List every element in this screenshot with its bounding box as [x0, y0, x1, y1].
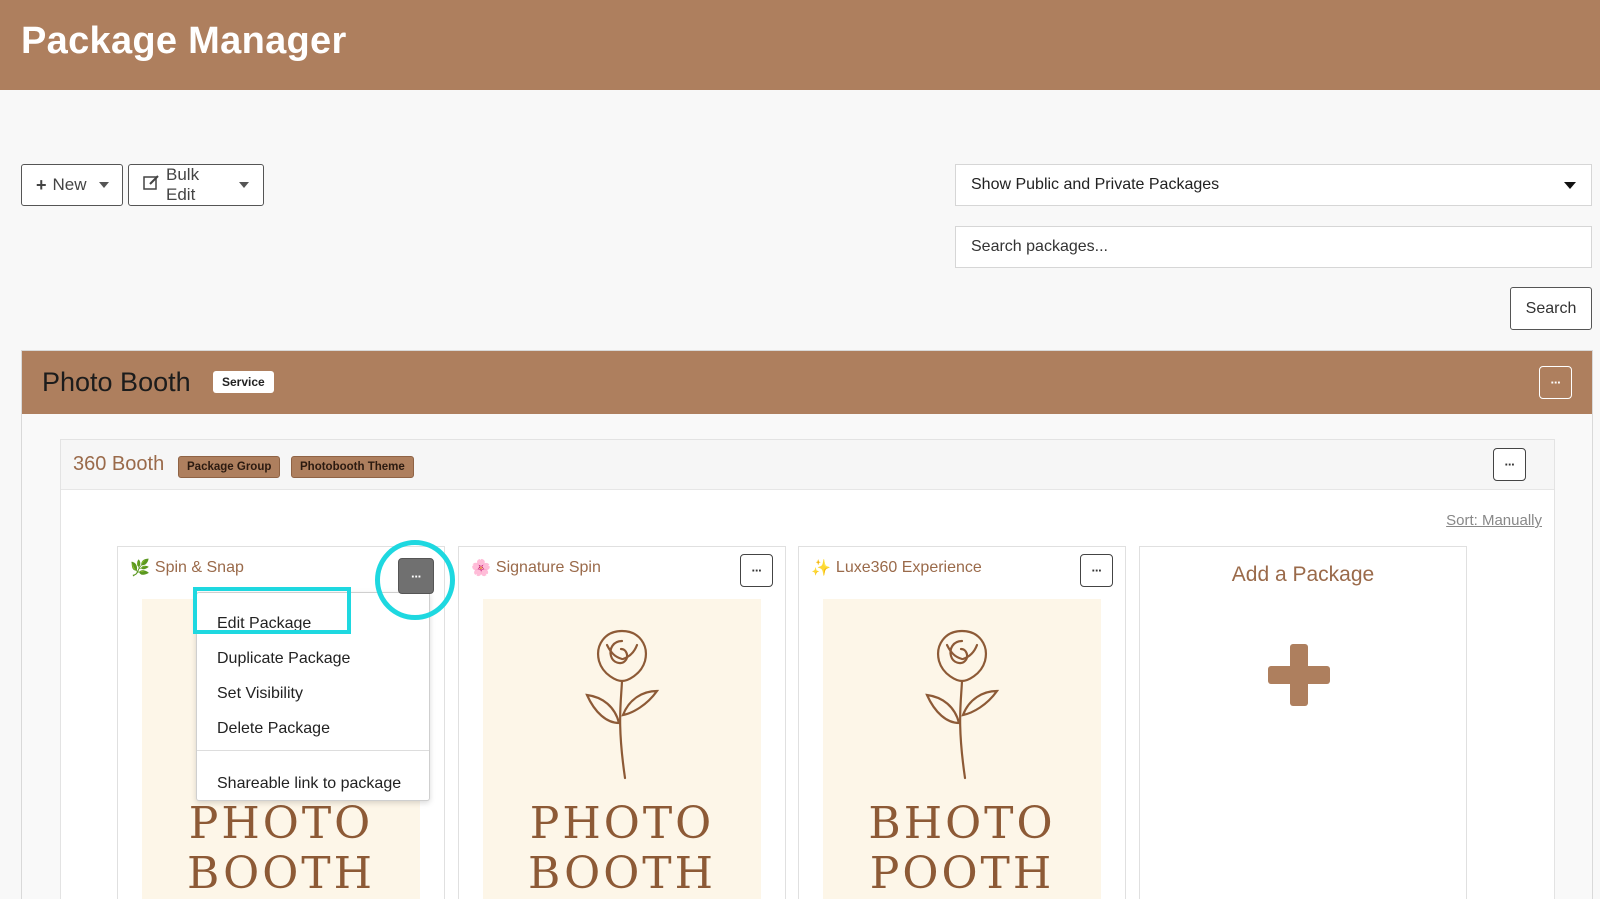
poster-text-line2: POOTH	[869, 848, 1055, 899]
add-package-title: Add a Package	[1231, 563, 1375, 586]
theme-badge: Photobooth Theme	[291, 456, 414, 478]
visibility-filter-value: Show Public and Private Packages	[971, 176, 1220, 193]
chevron-down-icon	[239, 182, 249, 188]
package-card-title[interactable]: ✨ Luxe360 Experience	[811, 558, 982, 578]
menu-item-shareable-link[interactable]: Shareable link to package	[217, 775, 401, 793]
poster-text-line1: PHOTO	[529, 798, 715, 849]
package-more-button[interactable]: ···	[740, 554, 773, 587]
poster-text-line1: BHOTO	[868, 798, 1056, 849]
package-more-button[interactable]: ···	[1080, 554, 1113, 587]
chevron-down-icon	[1564, 181, 1576, 189]
edit-icon	[143, 174, 160, 196]
poster-text-line2: BOOTH	[527, 848, 716, 899]
plus-icon: +	[36, 174, 47, 195]
package-group-badge: Package Group	[178, 456, 281, 478]
service-section-header: Photo Booth Service ···	[22, 351, 1592, 414]
leaf-icon: 🌿	[130, 560, 150, 577]
package-more-button[interactable]: ···	[398, 558, 434, 594]
package-thumbnail: BHOTO POOTH	[823, 599, 1101, 899]
highlight-rectangle	[193, 587, 351, 634]
package-card[interactable]: 🌸 Signature Spin ··· PHOTO BOOTH	[458, 546, 786, 899]
menu-divider	[197, 750, 429, 751]
new-button-label: New	[52, 175, 87, 194]
service-title: Photo Booth	[42, 367, 191, 397]
page-title: Package Manager	[21, 20, 347, 62]
package-name: Spin & Snap	[154, 559, 244, 576]
rose-illustration	[585, 629, 660, 780]
poster-text-line2: BOOTH	[186, 848, 375, 899]
sparkle-icon: ✨	[811, 560, 831, 577]
package-card-title[interactable]: 🌿 Spin & Snap	[130, 558, 244, 578]
poster-text-line1: PHOTO	[188, 798, 374, 849]
package-group-more-button[interactable]: ···	[1493, 448, 1526, 481]
bulk-edit-button[interactable]: Bulk Edit	[128, 164, 264, 206]
package-group-title: 360 Booth	[73, 453, 165, 475]
chevron-down-icon	[98, 182, 109, 188]
package-card-title[interactable]: 🌸 Signature Spin	[471, 558, 601, 578]
package-name: Luxe360 Experience	[835, 559, 982, 576]
menu-item-set-visibility[interactable]: Set Visibility	[217, 685, 303, 703]
package-thumbnail: PHOTO BOOTH	[483, 599, 761, 899]
add-package-card[interactable]: Add a Package	[1139, 546, 1467, 899]
flower-icon: 🌸	[471, 560, 491, 577]
search-button[interactable]: Search	[1510, 287, 1592, 330]
package-card[interactable]: ✨ Luxe360 Experience ··· BHOTO POOTH	[798, 546, 1126, 899]
package-name: Signature Spin	[495, 559, 601, 576]
menu-item-delete-package[interactable]: Delete Package	[217, 720, 330, 738]
visibility-filter-select[interactable]: Show Public and Private Packages	[955, 164, 1592, 206]
service-more-button[interactable]: ···	[1539, 366, 1572, 399]
search-input[interactable]	[955, 226, 1592, 268]
package-group-header: 360 Booth Package Group Photobooth Theme…	[61, 440, 1554, 490]
rose-illustration	[925, 629, 1000, 780]
app-header: Package Manager	[0, 0, 1600, 90]
menu-item-duplicate-package[interactable]: Duplicate Package	[217, 650, 350, 668]
sort-link[interactable]: Sort: Manually	[1446, 512, 1542, 529]
bulk-edit-button-label: Bulk Edit	[166, 165, 200, 204]
service-badge: Service	[213, 371, 274, 393]
new-button[interactable]: + New	[21, 164, 123, 206]
